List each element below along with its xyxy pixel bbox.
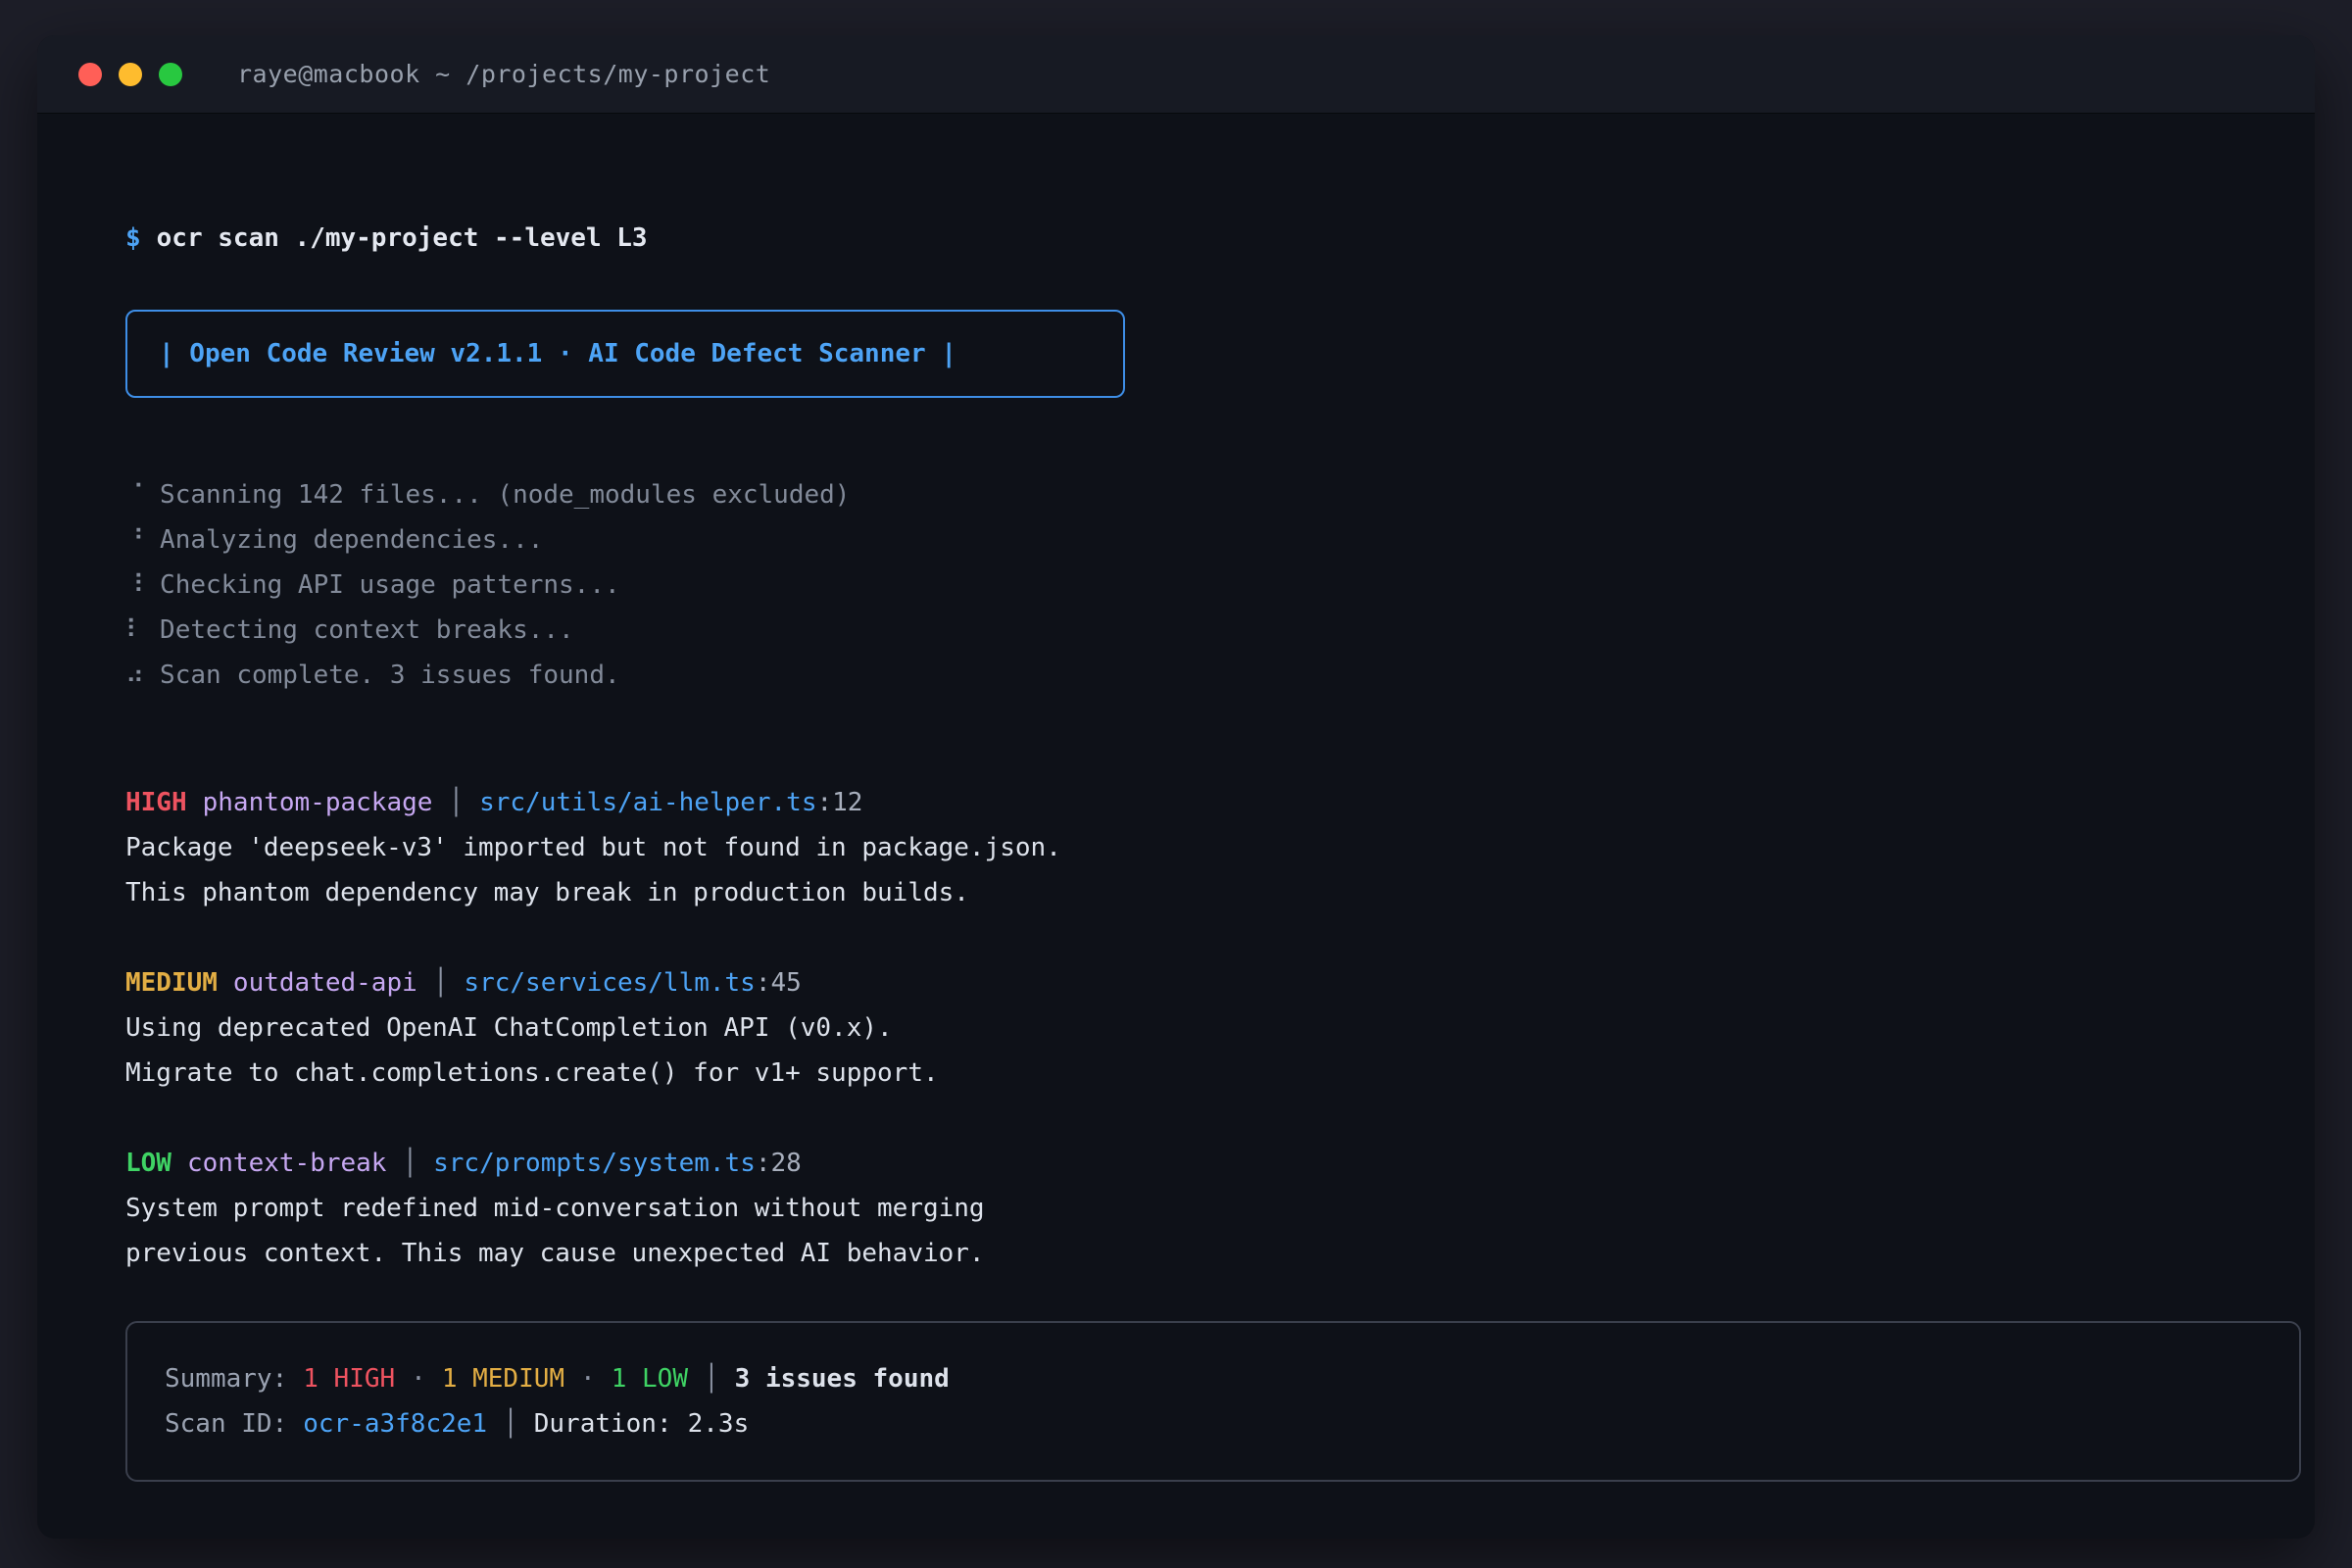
- file-location: src/prompts/system.ts:28: [433, 1141, 802, 1186]
- summary-line-counts: Summary: 1 HIGH · 1 MEDIUM · 1 LOW │ 3 i…: [165, 1356, 2262, 1401]
- total-issues: 3 issues found: [735, 1356, 950, 1401]
- rule-name: context-break: [187, 1141, 387, 1186]
- banner-box: | Open Code Review v2.1.1 · AI Code Defe…: [125, 310, 1125, 398]
- summary-line-meta: Scan ID: ocr-a3f8c2e1 │ Duration: 2.3s: [165, 1401, 2262, 1446]
- issue-low: LOW context-break │ src/prompts/system.t…: [125, 1141, 2264, 1276]
- progress-text: Analyzing dependencies...: [160, 517, 543, 563]
- issue-description: previous context. This may cause unexpec…: [125, 1231, 2264, 1276]
- progress-text: Scan complete. 3 issues found.: [160, 653, 620, 698]
- banner-text: | Open Code Review v2.1.1 · AI Code Defe…: [159, 339, 956, 368]
- pipe-separator: │: [433, 960, 449, 1005]
- issue-description: Migrate to chat.completions.create() for…: [125, 1051, 2264, 1096]
- file-location: src/utils/ai-helper.ts:12: [479, 780, 862, 825]
- progress-line: ⠘ Analyzing dependencies...: [125, 517, 2264, 563]
- progress-line: ⠈ Scanning 142 files... (node_modules ex…: [125, 472, 2264, 517]
- command-text: ocr scan ./my-project --level L3: [157, 216, 648, 261]
- progress-line: ⠴ Scan complete. 3 issues found.: [125, 653, 2264, 698]
- command-line: $ ocr scan ./my-project --level L3: [125, 216, 2264, 261]
- issue-header: MEDIUM outdated-api │ src/services/llm.t…: [125, 960, 2264, 1005]
- progress-text: Checking API usage patterns...: [160, 563, 620, 608]
- issue-medium: MEDIUM outdated-api │ src/services/llm.t…: [125, 960, 2264, 1096]
- issue-high: HIGH phantom-package │ src/utils/ai-help…: [125, 780, 2264, 915]
- progress-text: Detecting context breaks...: [160, 608, 574, 653]
- terminal-window: raye@macbook ~ /projects/my-project $ oc…: [37, 35, 2315, 1539]
- file-path: src/prompts/system.ts: [433, 1149, 756, 1178]
- medium-count: 1 MEDIUM: [442, 1356, 564, 1401]
- spinner-icon: ⠘: [125, 517, 144, 563]
- issue-header: HIGH phantom-package │ src/utils/ai-help…: [125, 780, 2264, 825]
- progress-text: Scanning 142 files... (node_modules excl…: [160, 472, 850, 517]
- line-number: :12: [816, 788, 862, 817]
- line-number: :45: [756, 968, 802, 998]
- duration-label: Duration:: [534, 1401, 672, 1446]
- close-button[interactable]: [78, 63, 102, 86]
- summary-label: Summary:: [165, 1356, 287, 1401]
- rule-name: phantom-package: [203, 780, 433, 825]
- issue-header: LOW context-break │ src/prompts/system.t…: [125, 1141, 2264, 1186]
- scan-id-value: ocr-a3f8c2e1: [303, 1401, 487, 1446]
- severity-badge: HIGH: [125, 780, 187, 825]
- window-title: raye@macbook ~ /projects/my-project: [237, 60, 770, 88]
- minimize-button[interactable]: [119, 63, 142, 86]
- summary-box: Summary: 1 HIGH · 1 MEDIUM · 1 LOW │ 3 i…: [125, 1321, 2301, 1482]
- pipe-separator: │: [503, 1401, 518, 1446]
- zoom-button[interactable]: [159, 63, 182, 86]
- pipe-separator: │: [402, 1141, 417, 1186]
- traffic-lights: [78, 63, 182, 86]
- issues-list: HIGH phantom-package │ src/utils/ai-help…: [125, 780, 2264, 1276]
- duration-value: 2.3s: [688, 1401, 750, 1446]
- dot-separator: ·: [411, 1356, 426, 1401]
- severity-badge: MEDIUM: [125, 960, 218, 1005]
- progress-line: ⠸ Checking API usage patterns...: [125, 563, 2264, 608]
- pipe-separator: │: [704, 1356, 719, 1401]
- issue-description: This phantom dependency may break in pro…: [125, 870, 2264, 915]
- pipe-separator: │: [448, 780, 464, 825]
- progress-log: ⠈ Scanning 142 files... (node_modules ex…: [125, 472, 2264, 698]
- spinner-icon: ⠈: [125, 472, 144, 517]
- issue-description: Package 'deepseek-v3' imported but not f…: [125, 825, 2264, 870]
- file-path: src/services/llm.ts: [464, 968, 755, 998]
- spinner-icon: ⠸: [125, 563, 144, 608]
- rule-name: outdated-api: [233, 960, 417, 1005]
- dot-separator: ·: [580, 1356, 596, 1401]
- spinner-icon: ⠇: [125, 608, 144, 653]
- prompt-symbol: $: [125, 216, 141, 261]
- issue-description: System prompt redefined mid-conversation…: [125, 1186, 2264, 1231]
- severity-badge: LOW: [125, 1141, 172, 1186]
- spinner-icon: ⠴: [125, 653, 144, 698]
- scan-id-label: Scan ID:: [165, 1401, 287, 1446]
- file-location: src/services/llm.ts:45: [464, 960, 801, 1005]
- line-number: :28: [756, 1149, 802, 1178]
- issue-description: Using deprecated OpenAI ChatCompletion A…: [125, 1005, 2264, 1051]
- low-count: 1 LOW: [612, 1356, 688, 1401]
- terminal-content: $ ocr scan ./my-project --level L3 | Ope…: [37, 114, 2315, 1482]
- file-path: src/utils/ai-helper.ts: [479, 788, 816, 817]
- titlebar: raye@macbook ~ /projects/my-project: [37, 35, 2315, 114]
- progress-line: ⠇ Detecting context breaks...: [125, 608, 2264, 653]
- high-count: 1 HIGH: [303, 1356, 395, 1401]
